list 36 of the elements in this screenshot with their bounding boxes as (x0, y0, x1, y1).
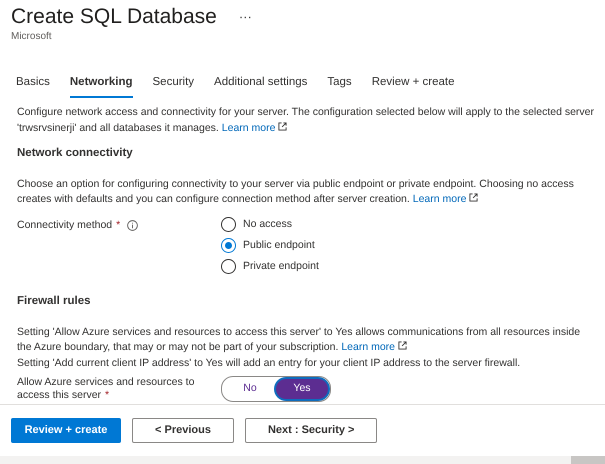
field-label: Allow Azure services and resources to access this server * (17, 376, 194, 401)
radio-option[interactable]: Private endpoint (221, 258, 319, 274)
required-marker: * (105, 388, 110, 401)
section-heading: Network connectivity (16, 146, 134, 161)
info-icon[interactable] (127, 220, 138, 231)
tab[interactable]: Security (152, 74, 194, 98)
description-text: Setting 'Add current client IP address' to Yes will add an entry for your client IP address to the server firewall. (16, 356, 522, 371)
learn-more-link[interactable]: Learn more (341, 341, 408, 354)
required-marker: * (116, 218, 120, 230)
learn-more-link[interactable]: Learn more (412, 192, 478, 205)
field-label: Connectivity method * (17, 218, 120, 232)
external-link-icon (469, 192, 478, 202)
footer-button[interactable]: Next : Security > (244, 418, 378, 443)
radio-option[interactable]: Public endpoint (221, 238, 319, 254)
radio-option[interactable]: No access (221, 217, 319, 233)
tab[interactable]: Tags (327, 74, 352, 98)
more-button[interactable]: ··· (238, 6, 252, 26)
external-link-icon (278, 122, 288, 131)
footer-button[interactable]: < Previous (132, 418, 234, 443)
tab[interactable]: Basics (16, 74, 50, 98)
description-text: Configure network access and connectivity for your server. The configuration selected below will apply to the selected server 'trwsrvsinerji' and all databases it manages. Learn more (16, 105, 596, 136)
external-link-icon (398, 341, 408, 350)
description-text: Choose an option for configuring connectivity to your server via public endpoint or private endpoint. Choosing no access creates with defaults and you can configure connection method after server creation. Learn more (16, 176, 575, 207)
toggle-option[interactable]: No (224, 378, 276, 399)
section-heading: Firewall rules (16, 295, 92, 310)
publisher-text: Microsoft (11, 30, 53, 44)
scrollbar-thumb[interactable] (571, 456, 605, 464)
tab[interactable]: Networking (70, 74, 132, 98)
tab[interactable]: Review + create (372, 74, 454, 98)
footer-button[interactable]: Review + create (11, 418, 121, 443)
page-title: Create SQL Database (11, 4, 217, 30)
toggle-switch[interactable]: No Yes (221, 376, 331, 402)
toggle-option[interactable]: Yes (276, 378, 328, 399)
description-text: Setting 'Allow Azure services and resources to access this server' to Yes allows communications from all resources inside the Azure boundary, that may or may not be part of your subscription. Learn more (16, 325, 582, 356)
tab[interactable]: Additional settings (214, 74, 308, 98)
learn-more-link[interactable]: Learn more (222, 122, 288, 134)
